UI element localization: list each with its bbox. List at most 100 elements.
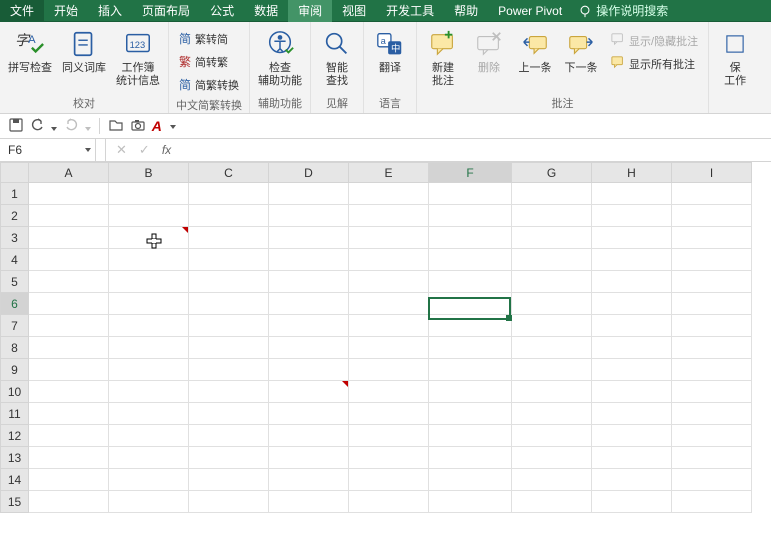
select-all-corner[interactable] — [1, 163, 29, 183]
cell-C4[interactable] — [189, 249, 269, 271]
tab-insert[interactable]: 插入 — [88, 0, 132, 22]
cell-G8[interactable] — [512, 337, 592, 359]
redo-button[interactable] — [63, 117, 90, 136]
cell-F1[interactable] — [429, 183, 512, 205]
save-button[interactable] — [8, 117, 24, 136]
cell-F4[interactable] — [429, 249, 512, 271]
cell-C6[interactable] — [189, 293, 269, 315]
col-header-H[interactable]: H — [592, 163, 672, 183]
row-header-11[interactable]: 11 — [1, 403, 29, 425]
cell-H15[interactable] — [592, 491, 672, 513]
qat-customize-button[interactable] — [168, 119, 176, 133]
cell-A12[interactable] — [29, 425, 109, 447]
cell-E2[interactable] — [349, 205, 429, 227]
cell-G10[interactable] — [512, 381, 592, 403]
cell-H13[interactable] — [592, 447, 672, 469]
cell-C2[interactable] — [189, 205, 269, 227]
cell-E11[interactable] — [349, 403, 429, 425]
col-header-B[interactable]: B — [109, 163, 189, 183]
cell-D9[interactable] — [269, 359, 349, 381]
row-header-9[interactable]: 9 — [1, 359, 29, 381]
row-header-6[interactable]: 6 — [1, 293, 29, 315]
cell-C5[interactable] — [189, 271, 269, 293]
cell-G9[interactable] — [512, 359, 592, 381]
cell-D7[interactable] — [269, 315, 349, 337]
cell-D6[interactable] — [269, 293, 349, 315]
cell-A9[interactable] — [29, 359, 109, 381]
col-header-I[interactable]: I — [672, 163, 752, 183]
cell-B3[interactable] — [109, 227, 189, 249]
cell-D10[interactable] — [269, 381, 349, 403]
cell-B9[interactable] — [109, 359, 189, 381]
cell-D8[interactable] — [269, 337, 349, 359]
tab-file[interactable]: 文件 — [0, 0, 44, 22]
cell-D4[interactable] — [269, 249, 349, 271]
tab-help[interactable]: 帮助 — [444, 0, 488, 22]
open-button[interactable] — [108, 117, 124, 136]
row-header-12[interactable]: 12 — [1, 425, 29, 447]
row-header-2[interactable]: 2 — [1, 205, 29, 227]
cell-B10[interactable] — [109, 381, 189, 403]
cell-I14[interactable] — [672, 469, 752, 491]
cell-G7[interactable] — [512, 315, 592, 337]
cell-B4[interactable] — [109, 249, 189, 271]
cell-B8[interactable] — [109, 337, 189, 359]
trad-to-simp-button[interactable]: 简 繁转简 — [175, 28, 243, 49]
cell-G6[interactable] — [512, 293, 592, 315]
cell-B1[interactable] — [109, 183, 189, 205]
row-header-5[interactable]: 5 — [1, 271, 29, 293]
cell-B11[interactable] — [109, 403, 189, 425]
tab-view[interactable]: 视图 — [332, 0, 376, 22]
cell-E9[interactable] — [349, 359, 429, 381]
show-hide-comment-button[interactable]: 显示/隐藏批注 — [607, 30, 702, 51]
camera-button[interactable] — [130, 117, 146, 136]
worksheet-grid[interactable]: ABCDEFGHI123456789101112131415 — [0, 162, 771, 547]
cell-E6[interactable] — [349, 293, 429, 315]
cell-D12[interactable] — [269, 425, 349, 447]
cell-G13[interactable] — [512, 447, 592, 469]
translate-button[interactable]: a中 翻译 — [370, 24, 410, 79]
cell-E12[interactable] — [349, 425, 429, 447]
tab-review[interactable]: 审阅 — [288, 0, 332, 22]
previous-comment-button[interactable]: 上一条 — [515, 24, 555, 79]
cell-G3[interactable] — [512, 227, 592, 249]
col-header-D[interactable]: D — [269, 163, 349, 183]
cell-B2[interactable] — [109, 205, 189, 227]
cell-H1[interactable] — [592, 183, 672, 205]
name-box[interactable]: F6 — [0, 139, 96, 161]
cell-F2[interactable] — [429, 205, 512, 227]
cell-A7[interactable] — [29, 315, 109, 337]
conversion-button[interactable]: 简 简繁转换 — [175, 74, 243, 95]
cell-I2[interactable] — [672, 205, 752, 227]
cell-D1[interactable] — [269, 183, 349, 205]
col-header-C[interactable]: C — [189, 163, 269, 183]
cancel-icon[interactable]: ✕ — [116, 142, 127, 158]
cell-E14[interactable] — [349, 469, 429, 491]
cell-A5[interactable] — [29, 271, 109, 293]
cell-G2[interactable] — [512, 205, 592, 227]
formula-input[interactable] — [181, 139, 771, 161]
tab-data[interactable]: 数据 — [244, 0, 288, 22]
cell-F6[interactable] — [429, 293, 512, 315]
cell-D15[interactable] — [269, 491, 349, 513]
cell-C7[interactable] — [189, 315, 269, 337]
tab-home[interactable]: 开始 — [44, 0, 88, 22]
cell-B12[interactable] — [109, 425, 189, 447]
show-all-comments-button[interactable]: 显示所有批注 — [607, 53, 702, 74]
cell-C3[interactable] — [189, 227, 269, 249]
row-header-15[interactable]: 15 — [1, 491, 29, 513]
cell-H4[interactable] — [592, 249, 672, 271]
cell-A2[interactable] — [29, 205, 109, 227]
cell-H2[interactable] — [592, 205, 672, 227]
row-header-14[interactable]: 14 — [1, 469, 29, 491]
cell-G12[interactable] — [512, 425, 592, 447]
cell-H12[interactable] — [592, 425, 672, 447]
row-header-13[interactable]: 13 — [1, 447, 29, 469]
next-comment-button[interactable]: 下一条 — [561, 24, 601, 79]
cell-F13[interactable] — [429, 447, 512, 469]
cell-E4[interactable] — [349, 249, 429, 271]
cell-C10[interactable] — [189, 381, 269, 403]
cell-I3[interactable] — [672, 227, 752, 249]
cell-F7[interactable] — [429, 315, 512, 337]
cell-H10[interactable] — [592, 381, 672, 403]
